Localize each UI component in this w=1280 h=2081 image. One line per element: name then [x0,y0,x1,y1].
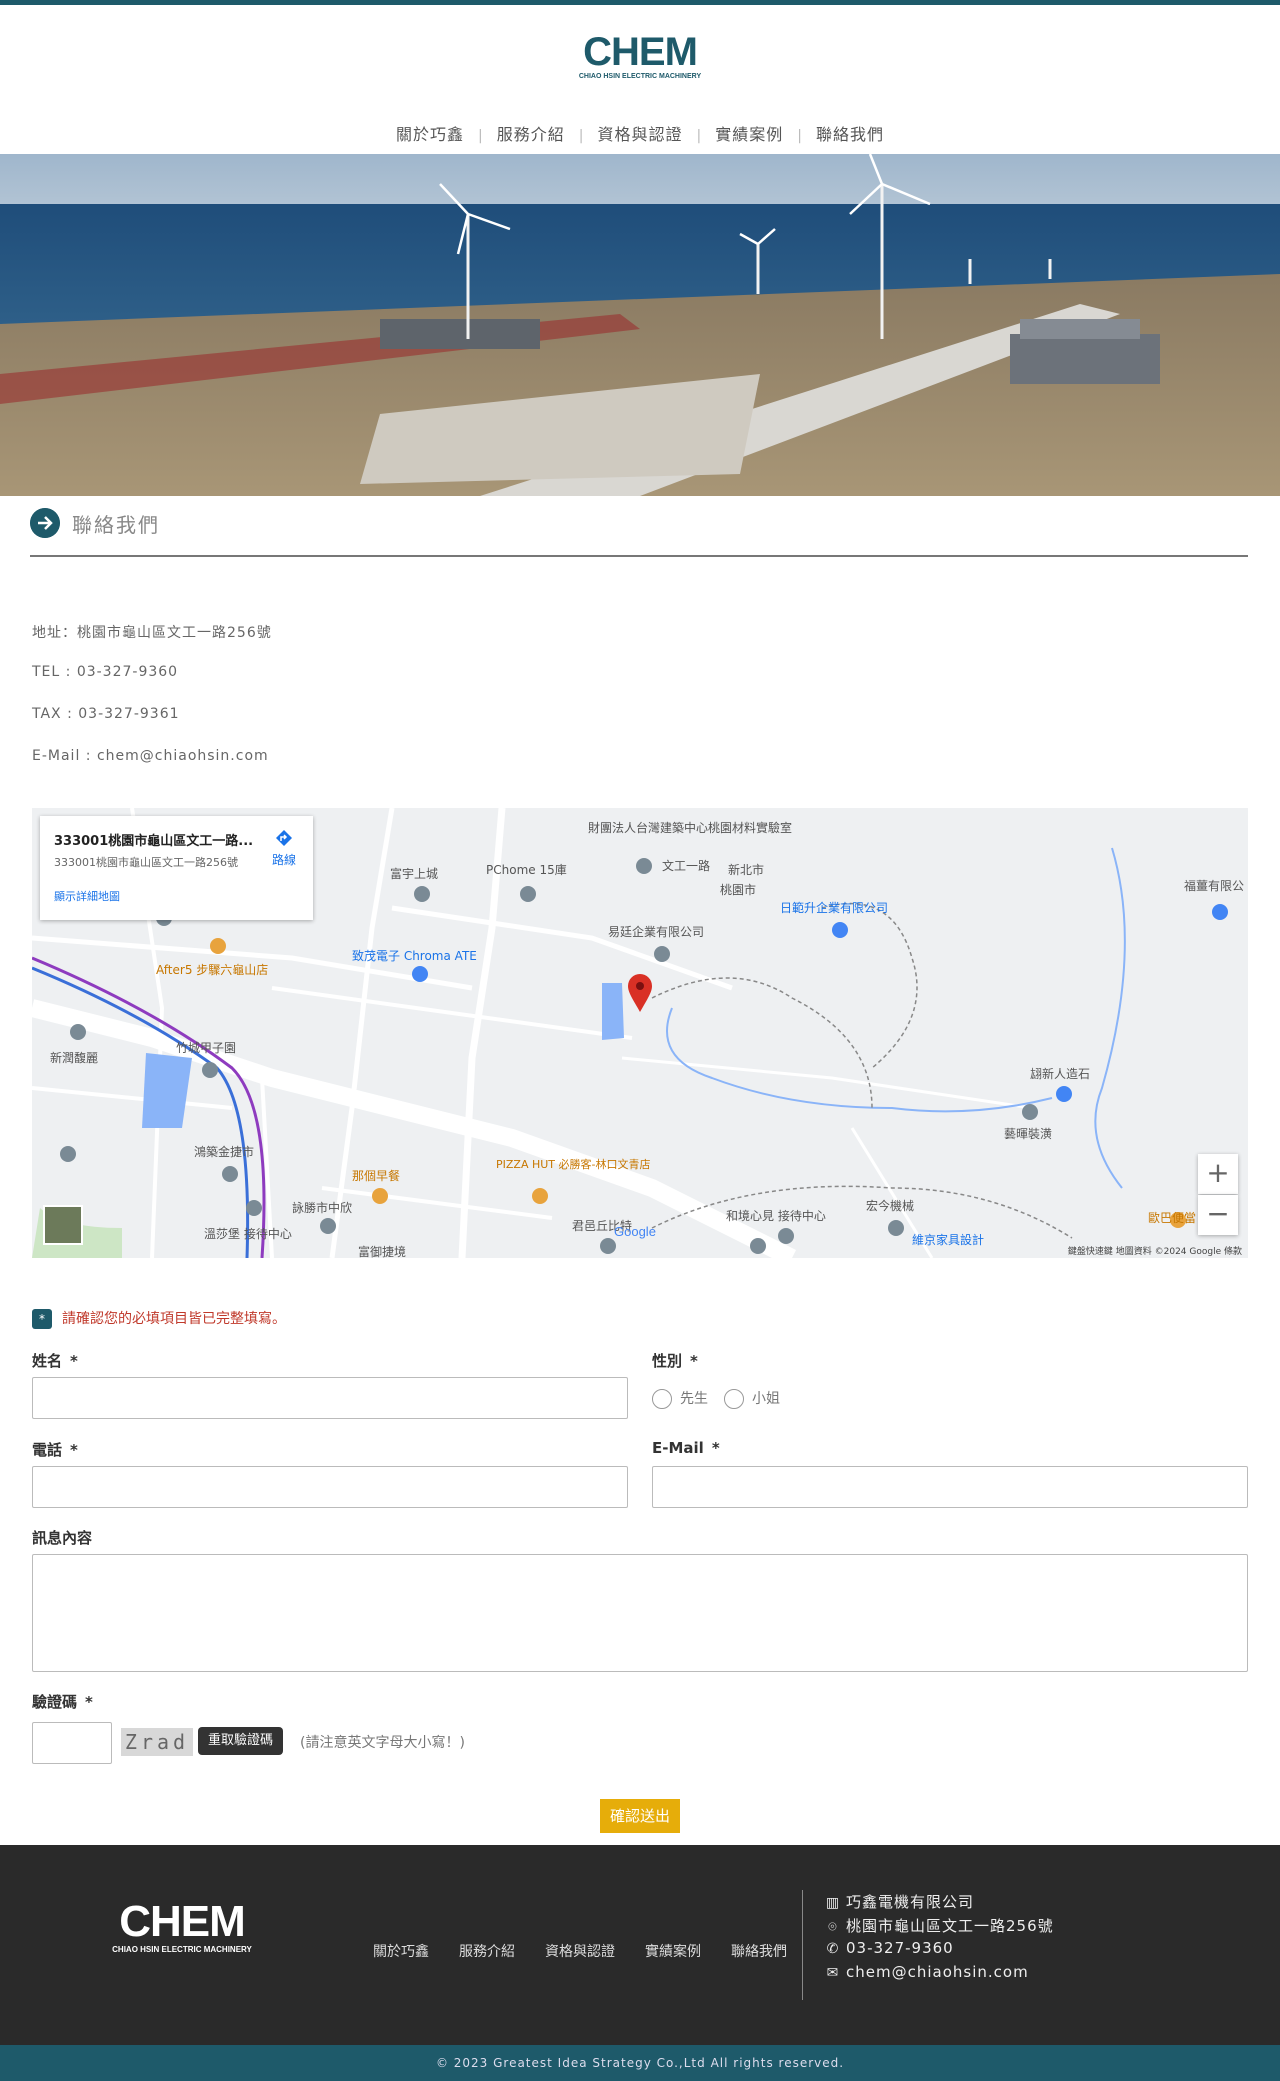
map-label: 福薑有限公 [1184,878,1244,893]
map-label: 財團法人台灣建築中心桃園材料實驗室 [588,820,792,835]
name-label: 姓名 * [32,1352,78,1370]
contact-fax: TAX : 03-327-9361 [32,706,180,722]
logo-text: CHEM [583,31,697,74]
footer-logo-subtitle: CHIAO HSIN ELECTRIC MACHINERY [112,1945,252,1954]
map-label: 鴻築金捷市 [194,1144,254,1159]
footer-nav-certifications[interactable]: 資格與認證 [545,1941,615,1961]
gender-label: 性別 * [652,1352,698,1370]
message-label: 訊息內容 [32,1529,93,1547]
gender-option-label: 先生 [680,1391,708,1407]
logo-subtitle: CHIAO HSIN ELECTRIC MACHINERY [579,73,702,80]
map-label: 文工一路 [662,858,710,873]
required-notice: * 請確認您的必填項目皆已完整填寫。 [32,1308,286,1329]
map-directions-button[interactable]: 路線 [272,828,296,868]
building-icon: ▥ [825,1895,841,1911]
footer-company: ▥ 巧鑫電機有限公司 [825,1893,975,1911]
footer-nav-services[interactable]: 服務介紹 [459,1941,515,1961]
main-nav: 關於巧鑫 | 服務介紹 | 資格與認證 | 實績案例 | 聯絡我們 [0,121,1280,145]
map-view-larger-link[interactable]: 顯示詳細地圖 [54,888,120,904]
footer-nav-cases[interactable]: 實績案例 [645,1941,701,1961]
phone-input[interactable] [32,1466,628,1508]
map-label: 歐巴便當 [1148,1210,1196,1225]
map-label: 新潤馥麗 [50,1050,98,1065]
site-header: CHEM CHIAO HSIN ELECTRIC MACHINERY 關於巧鑫 |… [0,5,1280,154]
footer-divider [802,1890,803,2000]
captcha-input[interactable] [32,1722,112,1764]
map-label: 和境心見 接待中心 [726,1208,826,1223]
email-input[interactable] [652,1466,1248,1508]
gender-option-label: 小姐 [752,1391,780,1407]
copyright-bar: © 2023 Greatest Idea Strategy Co.,Ltd Al… [0,2045,1280,2081]
page-title-row: 聯絡我們 [30,505,1248,557]
brand-logo[interactable]: CHEM CHIAO HSIN ELECTRIC MACHINERY [564,31,716,81]
map-label: 富御捷境 [358,1244,406,1258]
map-label: PIZZA HUT 必勝客-林口文青店 [496,1157,650,1171]
message-textarea[interactable] [32,1554,1248,1672]
radio-button[interactable] [724,1389,744,1409]
map-label: 竹城甲子園 [176,1041,236,1055]
site-footer: CHEM CHIAO HSIN ELECTRIC MACHINERY 關於巧鑫 … [0,1845,1280,2045]
page-title: 聯絡我們 [72,513,160,537]
footer-logo-text: CHEM [119,1900,245,1946]
map-info-card: 333001桃園市龜山區文工一路... 333001桃園市龜山區文工一路256號… [40,816,313,920]
submit-button[interactable]: 確認送出 [600,1799,680,1833]
phone-label: 電話 * [32,1441,78,1459]
arrow-right-icon [30,508,60,538]
nav-contact[interactable]: 聯絡我們 [802,125,898,144]
map-attribution: 鍵盤快速鍵 地圖資料 ©2024 Google 條款 [1068,1245,1242,1257]
radio-button[interactable] [652,1389,672,1409]
name-input[interactable] [32,1377,628,1419]
zoom-in-button[interactable]: + [1198,1154,1238,1194]
google-map[interactable]: 財團法人台灣建築中心桃園材料實驗室 富宇上城 PChome 15庫 文工一路 新… [32,808,1248,1258]
map-label: 富宇上城 [390,866,438,881]
gender-option-mr[interactable]: 先生 [652,1388,708,1409]
directions-icon [276,830,292,846]
footer-nav-about[interactable]: 關於巧鑫 [373,1941,429,1961]
gender-option-ms[interactable]: 小姐 [724,1388,780,1409]
captcha-hint: (請注意英文字母大小寫！) [300,1735,465,1751]
map-label: 維京家具設計 [912,1232,984,1247]
zoom-out-button[interactable]: − [1198,1195,1238,1235]
email-label: E-Mail * [652,1439,720,1457]
footer-logo[interactable]: CHEM CHIAO HSIN ELECTRIC MACHINERY [98,1900,266,1956]
map-label: 那個早餐 [352,1168,400,1183]
map-label: 易廷企業有限公司 [608,924,704,939]
map-label: 藝暉裝潢 [1004,1127,1052,1141]
footer-address: ⌾ 桃園市龜山區文工一路256號 [824,1915,1054,1936]
contact-address: 地址：桃園市龜山區文工一路256號 [32,625,272,641]
captcha-image: Zrad [121,1728,193,1756]
map-label: 宏今機械 [866,1198,914,1213]
nav-about[interactable]: 關於巧鑫 [382,125,478,144]
reload-captcha-button[interactable]: 重取驗證碼 [198,1727,284,1755]
footer-nav-contact[interactable]: 聯絡我們 [731,1941,787,1961]
contact-tel: TEL : 03-327-9360 [32,664,179,680]
footer-phone[interactable]: ✆ 03-327-9360 [824,1939,954,1957]
footer-email[interactable]: ✉ chem@chiaohsin.com [824,1963,1029,1981]
phone-icon: ✆ [826,1941,840,1957]
map-label: PChome 15庫 [486,863,567,877]
map-label: 新北市 [728,862,764,877]
google-logo: Google [614,1224,656,1239]
map-card-address: 333001桃園市龜山區文工一路256號 [54,856,238,869]
nav-certifications[interactable]: 資格與認證 [583,125,696,144]
contact-email[interactable]: E-Mail : chem@chiaohsin.com [32,748,269,764]
map-label: 詠勝市中欣 [292,1200,352,1215]
nav-services[interactable]: 服務介紹 [483,125,579,144]
map-label: 致茂電子 Chroma ATE [352,949,477,963]
hero-banner-image [0,154,1280,496]
map-label: 溫莎堡 接待中心 [204,1226,292,1241]
map-pin-icon: ⌾ [828,1919,838,1935]
map-directions-label: 路線 [272,853,297,867]
map-label: 翃新人造石 [1030,1066,1090,1081]
asterisk-icon: * [32,1309,52,1329]
map-card-title: 333001桃園市龜山區文工一路... [54,834,254,849]
map-label: 桃園市 [720,882,756,897]
nav-cases[interactable]: 實績案例 [701,125,797,144]
mail-icon: ✉ [826,1965,840,1981]
map-label: 日範升企業有限公司 [780,900,888,915]
required-notice-text: 請確認您的必填項目皆已完整填寫。 [62,1311,286,1327]
captcha-label: 驗證碼 * [32,1693,93,1711]
map-label: After5 步驟六龜山店 [156,963,268,977]
